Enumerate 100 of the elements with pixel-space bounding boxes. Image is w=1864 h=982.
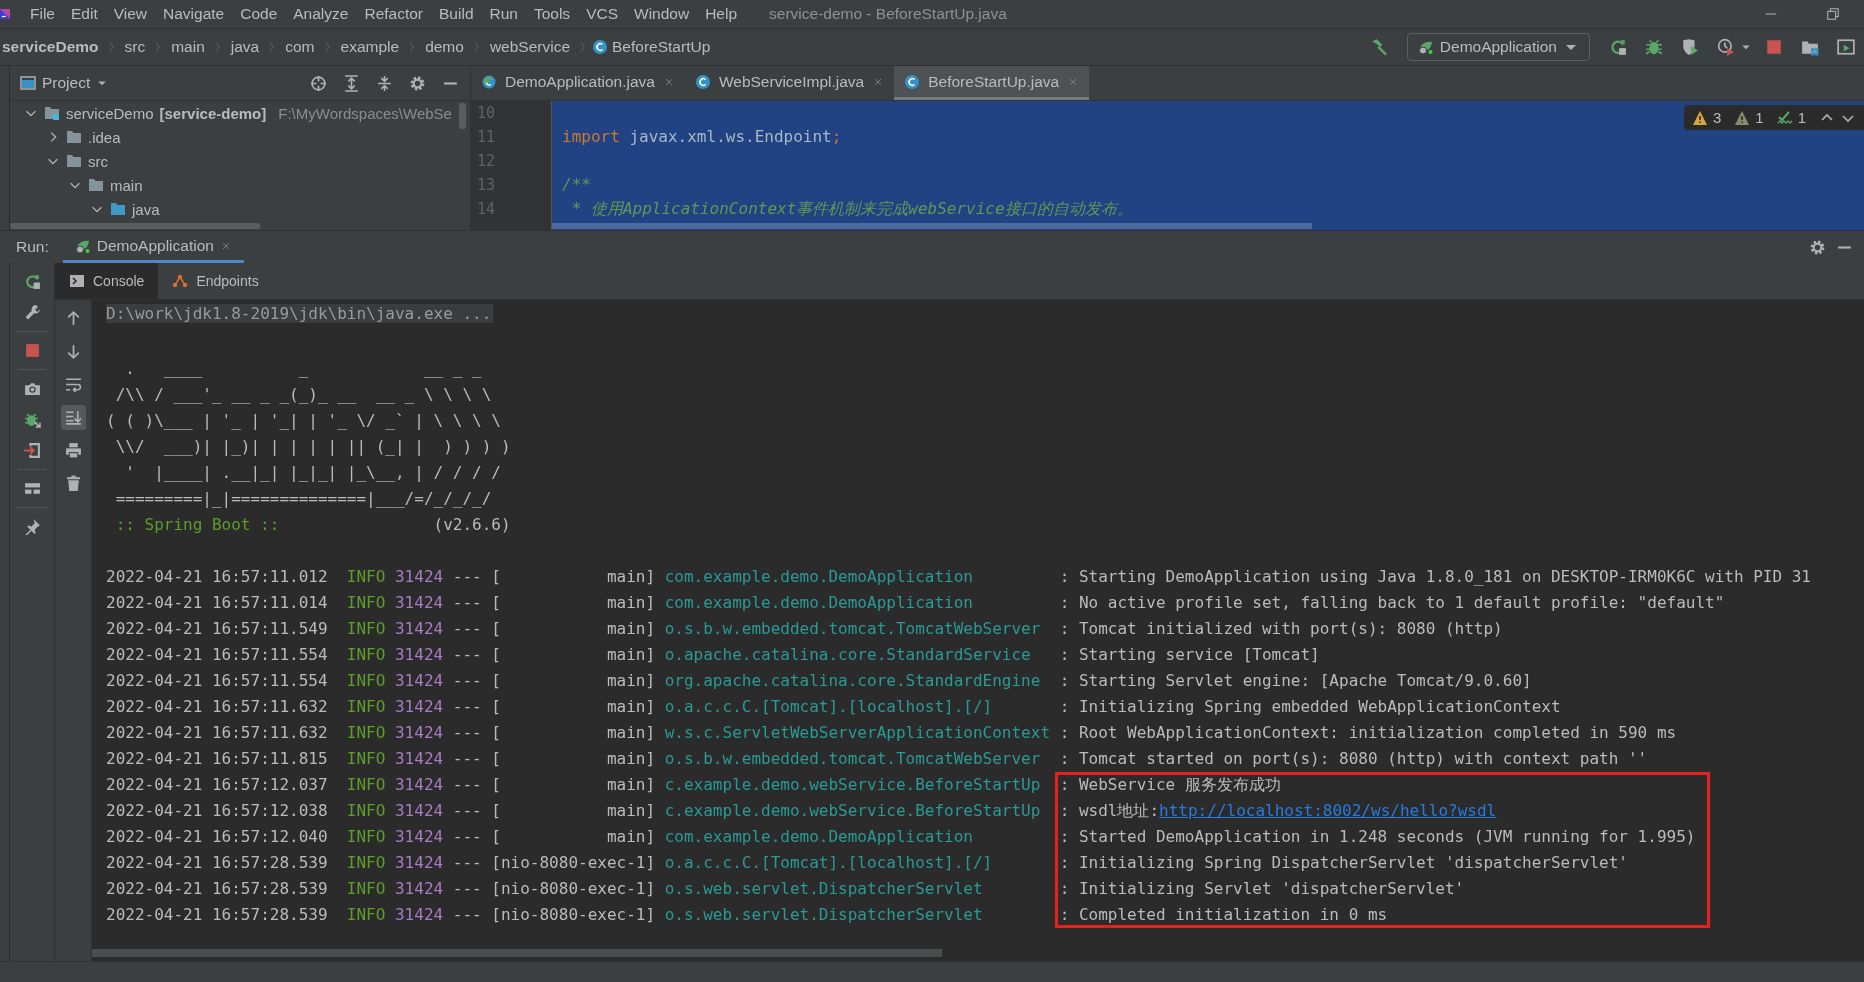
breadcrumb-item[interactable]: com [281, 38, 319, 56]
rerun-icon[interactable] [1609, 38, 1627, 56]
banner-line: ' |____| .__|_| |_|_| |_\__, | / / / / [124, 463, 501, 482]
menu-item[interactable]: View [105, 5, 156, 23]
menu-item[interactable]: VCS [578, 5, 626, 23]
menu-item[interactable]: Edit [63, 5, 106, 23]
breadcrumb-item[interactable]: main [167, 38, 209, 56]
banner-line: ( ( )\___ | '_ | '_| | '_ \/ _` | \ \ \ \ [106, 411, 501, 430]
expand-all-icon[interactable] [343, 74, 360, 92]
log-message: : Tomcat initialized with port(s): 8080 (http) [1059, 618, 1503, 640]
menu-item[interactable]: Run [481, 5, 526, 23]
breadcrumb-item[interactable]: serviceDemo [0, 38, 103, 56]
log-thread: [ main] [491, 670, 656, 692]
code-token: /** [562, 175, 591, 194]
stop-icon[interactable] [23, 342, 41, 359]
scrollbar[interactable] [552, 223, 1312, 229]
menu-item[interactable]: File [22, 5, 63, 23]
panel-title[interactable]: Project [42, 74, 91, 92]
settings-icon[interactable] [409, 74, 426, 92]
inspection-count: 1 [1755, 109, 1764, 126]
class-icon [904, 73, 921, 90]
tree-item[interactable]: serviceDemo [66, 104, 154, 122]
bug-icon[interactable] [23, 411, 41, 428]
breadcrumb-item[interactable]: demo [421, 38, 468, 56]
folder-icon [88, 177, 104, 193]
scrollbar[interactable] [10, 223, 260, 229]
editor-tab[interactable]: WebServiceImpl.java [684, 66, 895, 100]
log-message: : Completed initialization in 0 ms [1054, 902, 1710, 928]
log-separator: --- [452, 904, 482, 926]
collapse-all-icon[interactable] [376, 74, 393, 92]
scrollbar[interactable] [92, 949, 942, 957]
wsdl-link[interactable]: http://localhost:8002/ws/hello?wsdl [1159, 798, 1497, 824]
log-thread: [ main] [491, 748, 656, 770]
editor-tab[interactable]: DemoApplication.java [471, 66, 685, 100]
log-time: 2022-04-21 16:57:12.040 [106, 826, 328, 848]
window-title: service-demo - BeforeStartUp.java [769, 5, 1007, 23]
inspection-widget[interactable]: 3 1 1 [1683, 105, 1864, 130]
clock-icon[interactable] [1717, 38, 1735, 56]
menu-item[interactable]: Code [232, 5, 286, 23]
run-config-dropdown[interactable]: DemoApplication [1406, 33, 1590, 61]
camera-icon[interactable] [23, 380, 41, 397]
stop-icon[interactable] [1765, 38, 1783, 56]
settings-icon[interactable] [1809, 238, 1826, 256]
bug-icon[interactable] [1645, 38, 1663, 56]
module-name: [service-demo] [159, 104, 267, 122]
spring-version: (v2.6.6) [433, 515, 511, 534]
log-thread: [ main] [491, 696, 656, 718]
code-token: import [562, 127, 620, 146]
log-time: 2022-04-21 16:57:11.549 [106, 618, 328, 640]
log-time: 2022-04-21 16:57:28.539 [106, 904, 328, 926]
breadcrumb-item[interactable]: java [226, 38, 264, 56]
restore-icon[interactable] [1826, 7, 1840, 21]
scroll-end-icon[interactable] [60, 405, 86, 430]
log-logger: com.example.demo.DemoApplication [664, 592, 974, 614]
panel-icon [20, 75, 36, 91]
tree-item[interactable]: .idea [88, 128, 121, 146]
log-logger: w.s.c.ServletWebServerApplicationContext [664, 722, 1051, 744]
shield-icon[interactable] [1681, 38, 1699, 56]
run-window-icon[interactable] [1837, 38, 1855, 56]
editor-tab[interactable]: BeforeStartUp.java [894, 66, 1090, 100]
code-token: * 使用ApplicationContext事件机制来完成webService接口的自动发布。 [570, 199, 1133, 218]
rerun-icon[interactable] [23, 273, 41, 290]
log-message: : No active profile set, falling back to 1 default profile: "default" [1059, 592, 1725, 614]
menu-item[interactable]: Refactor [356, 5, 432, 23]
log-thread: [ main] [491, 566, 656, 588]
log-message: : WebService 服务发布成功 [1054, 772, 1710, 798]
exit-icon[interactable] [23, 442, 41, 459]
log-logger: o.s.web.servlet.DispatcherServlet [664, 904, 984, 926]
tree-item[interactable]: java [132, 200, 160, 218]
menu-item[interactable]: Analyze [285, 5, 357, 23]
menu-item[interactable]: Help [697, 5, 746, 23]
breadcrumb-item[interactable]: BeforeStartUp [608, 38, 715, 56]
banner-line: /\\ / ___'_ __ _ _(_)_ __ __ _ \ \ \ \ [114, 385, 492, 404]
folder-grid-icon[interactable] [1801, 38, 1819, 56]
menu-item[interactable]: Tools [525, 5, 579, 23]
breadcrumb-item[interactable]: webService [485, 38, 575, 56]
breadcrumb-item[interactable]: src [120, 38, 150, 56]
log-pid: 31424 [395, 774, 444, 796]
menu-item[interactable]: Navigate [155, 5, 233, 23]
scrollbar[interactable] [459, 103, 466, 129]
pin-icon[interactable] [23, 518, 41, 535]
locate-icon[interactable] [310, 74, 327, 92]
layout-icon[interactable] [23, 480, 41, 497]
menu-item[interactable]: Build [431, 5, 482, 23]
console-tab[interactable]: Endpoints [158, 263, 273, 299]
hammer-icon[interactable] [1369, 38, 1388, 56]
wrench-icon[interactable] [23, 304, 41, 321]
inspection-count: 1 [1797, 109, 1806, 126]
log-level: INFO [346, 904, 386, 926]
tree-item[interactable]: main [110, 176, 143, 194]
run-label: Run: [16, 238, 49, 256]
breadcrumb-item[interactable]: example [336, 38, 404, 56]
console-tab[interactable]: Console [55, 263, 159, 299]
log-logger: o.s.web.servlet.DispatcherServlet [664, 878, 984, 900]
log-thread: [nio-8080-exec-1] [491, 904, 656, 926]
log-message: : Tomcat started on port(s): 8080 (http) with context path '' [1059, 748, 1648, 770]
tree-item[interactable]: src [88, 152, 108, 170]
menu-item[interactable]: Window [626, 5, 698, 23]
log-message: : Starting Servlet engine: [Apache Tomcat/9.0.60] [1059, 670, 1532, 692]
log-time: 2022-04-21 16:57:12.038 [106, 800, 328, 822]
